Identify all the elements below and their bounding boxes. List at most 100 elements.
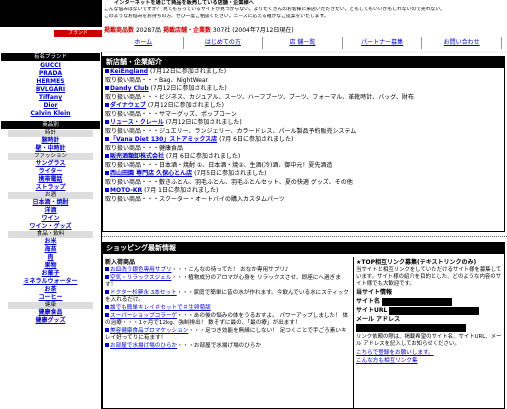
stats-items-label: 掲載商品数 <box>104 27 135 34</box>
register-link[interactable]: こちらで登録をお願いします。 <box>356 348 502 356</box>
bullet-icon <box>105 154 109 158</box>
shop-date: (7月12日に参加されました) <box>149 68 227 75</box>
sidebar-item-health-food[interactable]: 健康食品 <box>0 309 101 317</box>
shop-row: ダイナウェブ (7月12日に参加されました) <box>103 102 504 111</box>
sidebar-item-wall-clock[interactable]: 壁・中時計 <box>0 145 101 153</box>
product-link[interactable]: スーパーショップコラーゲ <box>110 313 177 319</box>
shop-row: 「Vana Diet 130」ストアミックス店 (7月 6日に参加されました) <box>103 136 504 145</box>
bullet-icon <box>105 120 109 124</box>
product-desc: ・・・お部屋で水揚げ場のひらか <box>177 342 262 349</box>
bullet-icon <box>105 69 109 73</box>
site-name-row: サイト名 <box>356 297 502 306</box>
sidebar-item-phone[interactable]: 携帯電話 <box>0 176 101 184</box>
sidebar-brand-tiffany[interactable]: Tiffany <box>0 94 101 102</box>
sidebar-item-lighter[interactable]: ライター <box>0 168 101 176</box>
header-divider <box>102 51 507 53</box>
shop-desc: 取り扱い商品・・・健康食品 <box>105 144 184 152</box>
new-products-title: 新入荷商品 <box>105 259 136 266</box>
sidebar-brands-head: 有名ブランド <box>1 53 100 61</box>
stats-date: (2004年7月12日現在) <box>232 27 294 34</box>
sidebar-brand-hermes[interactable]: HERMES <box>0 78 101 86</box>
sidebar-brand-calvin-klein[interactable]: Calvin Klein <box>0 110 101 118</box>
shop-link[interactable]: 販売酒類卸株式会社 <box>110 153 164 160</box>
sidebar-brand-gucci[interactable]: GUCCI <box>0 62 101 70</box>
sidebar-item-meat[interactable]: 肉 <box>0 254 101 262</box>
shop-link[interactable]: 「Vana Diet 130」ストアミックス店 <box>110 136 217 143</box>
sidebar-item-tea[interactable]: お茶 <box>0 286 101 294</box>
nav-shop-list[interactable]: 店 舗一覧 <box>263 37 343 49</box>
sidebar-group-watch: 時計 <box>8 130 93 137</box>
shop-desc: 取り扱い商品・・・Bag、NightWear <box>105 76 209 84</box>
product-link[interactable]: ドクター杉夢永 3本セット <box>110 290 177 296</box>
product-link[interactable]: お皿洗う銀色専用サプリ <box>110 267 172 273</box>
site-url-row: サイトURL <box>356 306 502 315</box>
sidebar-item-fruit[interactable]: 果物 <box>0 262 101 270</box>
link-exchange-title: ★TOP相互リンク募集(テキストリンクのみ) <box>356 259 477 266</box>
sidebar-brand-prada[interactable]: PRADA <box>0 70 101 78</box>
sidebar-item-wine-goods[interactable]: ワイン・グッズ <box>0 223 101 231</box>
sidebar-category-head: 商品別 <box>1 121 100 129</box>
link-exchange-column: ★TOP相互リンク募集(テキストリンクのみ) 当サイトと相互リンクをしていただけ… <box>354 257 504 409</box>
shop-desc: 取り扱い商品・・・サマーグッズ、ポップコーン <box>105 110 237 118</box>
sidebar-brand-bvlgari[interactable]: BVLGARI <box>0 86 101 94</box>
sidebar-item-wine[interactable]: ワイン <box>0 215 101 223</box>
bullet-icon <box>105 274 109 279</box>
shop-desc: 取り扱い商品・・・スクーター・オートバイの購入カスタムパーツ <box>105 195 285 203</box>
bullet-icon <box>105 289 109 294</box>
nav-contact[interactable]: お問い合わせ <box>422 37 502 49</box>
shop-desc: 取り扱い商品・・・日本酒・焼酎 ①、日本酒・焼②、生酒(冷)酒、御中元！夏先酒造 <box>105 161 333 169</box>
link-exchange-desc: 当サイトと相互リンクをしていただけるサイト様を募集しています。サイト様の紹介を目… <box>356 267 502 287</box>
shop-date: (7月12日に参加されました) <box>165 119 242 126</box>
stats-items-value: 20287品 <box>135 27 162 34</box>
sidebar-group-health: 健康 <box>8 302 93 309</box>
nav-first-time[interactable]: はじめての方 <box>184 37 264 49</box>
section-divider <box>102 236 507 238</box>
mail-row: メール アドレス <box>356 315 502 324</box>
shop-link[interactable]: KeiEngland <box>110 68 148 75</box>
bullet-icon <box>105 137 109 141</box>
sidebar-item-nori[interactable]: 海苔 <box>0 246 101 254</box>
link-note: リンク依頼の際は、掲載希望のサイト名、サイトURL、メール アドレスを記入してお… <box>356 334 502 347</box>
shop-link[interactable]: 西山田園 専門店 久保心とん店 <box>110 170 192 177</box>
shop-link[interactable]: リュース・クレール <box>110 119 164 126</box>
site-url-label: サイトURL <box>356 307 388 314</box>
shop-link[interactable]: ダイナウェブ <box>110 102 146 109</box>
sidebar-item-rice[interactable]: お米 <box>0 238 101 246</box>
sidebar-item-sunglasses[interactable]: サングラス <box>0 160 101 168</box>
list-item: ドクター杉夢永 3本セット・・・家庭で簡単に昔の水が作れます。今飲んでいる水にス… <box>105 289 351 305</box>
sidebar-item-sweets[interactable]: お菓子 <box>0 270 101 278</box>
sidebar-item-wristwatch[interactable]: 腕時計 <box>0 137 101 145</box>
site-logo[interactable]: ブランド <box>0 0 102 52</box>
new-shops-panel: 新店舗・企業紹介 KeiEngland (7月12日に参加されました) 取り扱い… <box>102 56 505 232</box>
sidebar-item-strap[interactable]: ストラップ <box>0 184 101 192</box>
bullet-icon <box>105 304 109 309</box>
sidebar-item-mineral-water[interactable]: ミネラルウォーター <box>0 278 101 286</box>
sidebar-item-sake[interactable]: 日本酒・焼酎 <box>0 199 101 207</box>
shop-desc: 取り扱い商品・・・敷きふとん、羽毛ふとん、羽毛ふとんセット、夏の快適 グッズ、そ… <box>105 178 353 186</box>
bullet-icon <box>105 267 109 271</box>
nav-home[interactable]: ホーム <box>104 37 184 49</box>
product-link[interactable]: 空気・リラックスジェル <box>110 275 171 281</box>
sidebar-item-coffee[interactable]: コーヒー <box>0 294 101 302</box>
logo-tag: ブランド <box>54 30 102 37</box>
shop-link[interactable]: Dandy Club <box>110 85 149 92</box>
shop-date: (7月12日に参加されました) <box>147 102 224 109</box>
bullet-icon <box>105 312 109 317</box>
list-item: 美容健康食品プロマケッション・・・足つき効能を無縁にしない！ 足つくことで手ごろ… <box>105 327 351 343</box>
partner-link[interactable]: こんな方も相互リンク集 <box>356 356 502 364</box>
product-link[interactable]: 美容健康食品プロマケッション <box>110 328 188 334</box>
sidebar: 有名ブランド GUCCI PRADA HERMES BVLGARI Tiffan… <box>0 52 102 409</box>
product-link[interactable]: 誰でも簡単キレイ＃セットで＃生卵菊版 <box>110 305 211 311</box>
list-item: 誰でも簡単キレイ＃セットで＃生卵菊版 <box>105 304 351 313</box>
shop-row: KeiEngland (7月12日に参加されました) <box>103 68 504 77</box>
sidebar-item-health-goods[interactable]: 健康グッズ <box>0 317 101 325</box>
list-item: お部屋で水揚げ場のひらか・・・お部屋で水揚げ場のひらか <box>105 342 351 351</box>
sidebar-item-western-liquor[interactable]: 洋酒 <box>0 207 101 215</box>
shop-row: 販売酒類卸株式会社 (7月 6日に参加されました) <box>103 153 504 162</box>
sidebar-group-food: 食品・飲料 <box>8 231 93 238</box>
shop-link[interactable]: MOTO-KR <box>110 187 142 194</box>
product-link[interactable]: お部屋で水揚げ場のひらか <box>110 343 177 349</box>
nav-partner[interactable]: パートナー募集 <box>343 37 423 49</box>
shop-date: (7月 1日に参加されました) <box>144 187 219 194</box>
sidebar-brand-dior[interactable]: Dior <box>0 102 101 110</box>
